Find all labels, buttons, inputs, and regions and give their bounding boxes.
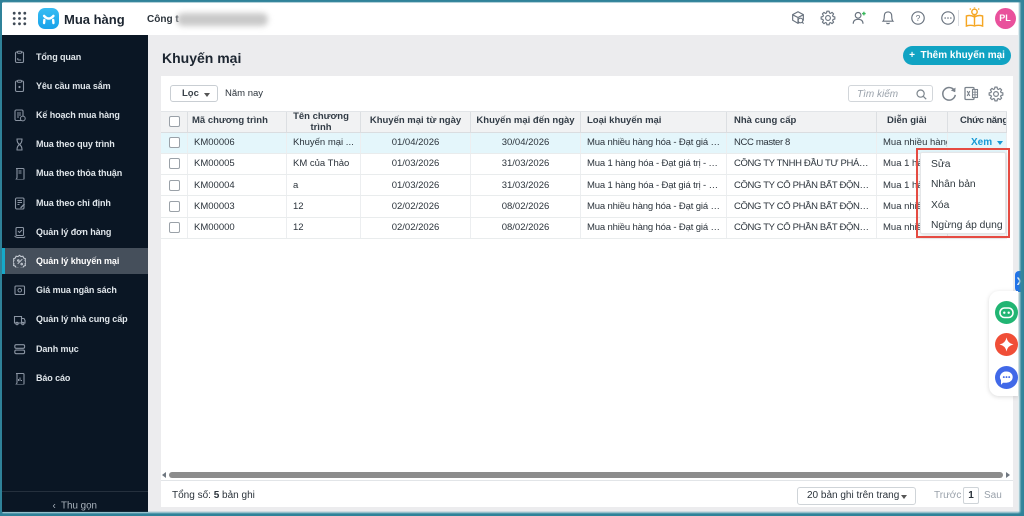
svg-text:?: ? (916, 13, 921, 23)
